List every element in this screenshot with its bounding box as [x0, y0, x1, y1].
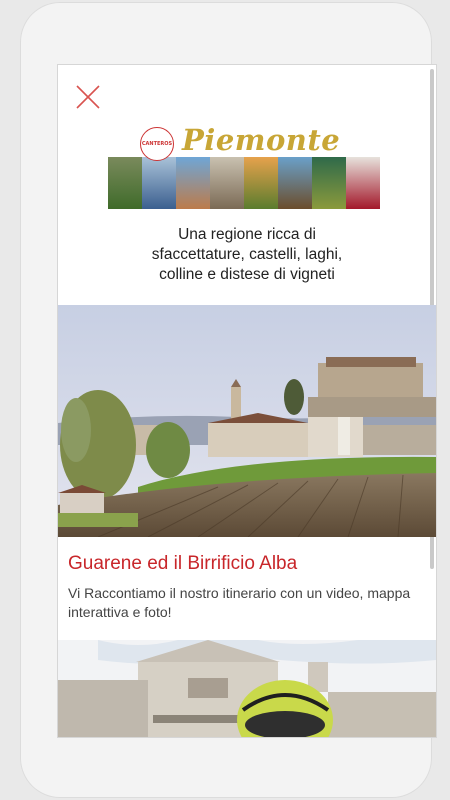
article-title-link[interactable]: Guarene ed il Birrificio Alba [68, 553, 297, 575]
logo-photo-strip [108, 157, 380, 209]
close-icon[interactable] [74, 83, 102, 111]
second-article-photo[interactable] [58, 640, 436, 737]
strip-photo-city [176, 157, 210, 209]
strip-photo-hills [244, 157, 278, 209]
close-button[interactable] [74, 83, 102, 111]
hero-photo[interactable] [58, 305, 436, 537]
phone-frame: CANTEROS Piemonte Una regione ricca di s… [20, 2, 437, 798]
intro-line-3: colline e distese di vigneti [159, 266, 335, 283]
piemonte-logo: CANTEROS Piemonte [108, 123, 380, 209]
logo-badge: CANTEROS [140, 127, 174, 161]
second-article-image[interactable] [58, 640, 436, 737]
strip-photo-church [210, 157, 244, 209]
strip-photo-people [346, 157, 380, 209]
modal-panel: CANTEROS Piemonte Una regione ricca di s… [57, 64, 437, 738]
logo-title: Piemonte [182, 123, 341, 157]
intro-line-2: sfaccettature, castelli, laghi, [151, 246, 343, 263]
article-description: Vi Raccontiamo il nostro itinerario con … [68, 585, 411, 620]
strip-photo-vineyard [108, 157, 142, 209]
intro-line-1: Una regione ricca di [178, 226, 316, 243]
logo-badge-text: CANTEROS [141, 141, 173, 147]
hero-image-guarene[interactable] [58, 305, 436, 537]
strip-photo-forest [312, 157, 346, 209]
intro-text: Una regione ricca di sfaccettature, cast… [58, 225, 436, 285]
strip-photo-castle [278, 157, 312, 209]
strip-photo-lake [142, 157, 176, 209]
